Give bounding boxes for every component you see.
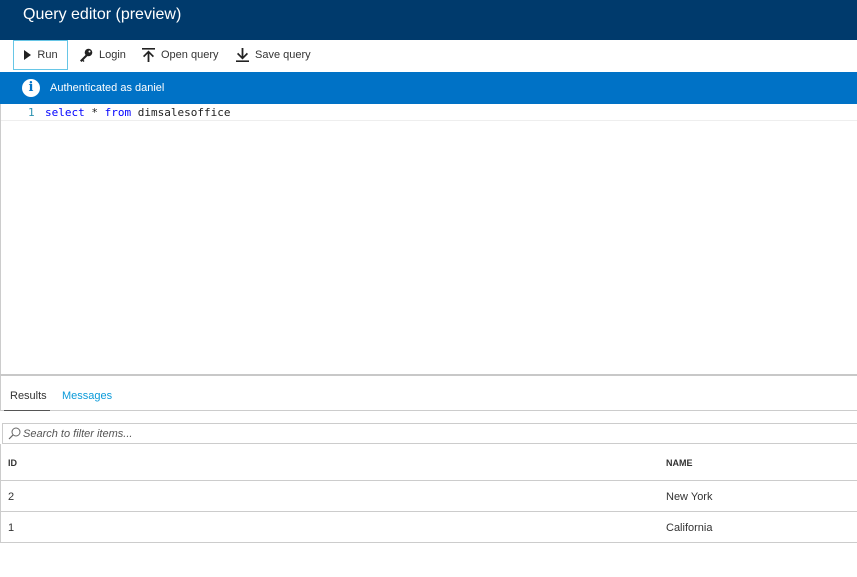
key-icon	[80, 48, 93, 62]
keyword-select: select	[45, 106, 85, 119]
column-header-id[interactable]: ID	[8, 458, 17, 468]
results-grid: ID NAME 2 New York 1 California	[0, 444, 857, 543]
filter-box	[2, 423, 857, 444]
run-button[interactable]: Run	[13, 40, 68, 70]
run-label: Run	[37, 49, 58, 61]
query-text[interactable]: select * from dimsalesoffice	[45, 106, 230, 119]
login-button[interactable]: Login	[79, 40, 126, 70]
play-icon	[24, 50, 32, 60]
editor-line[interactable]: 1 select * from dimsalesoffice	[1, 104, 857, 121]
window-title: Query editor (preview)	[23, 6, 182, 23]
info-icon: i	[22, 79, 40, 97]
table-name-token: dimsalesoffice	[131, 106, 231, 119]
tab-results[interactable]: Results	[10, 390, 47, 402]
open-query-button[interactable]: Open query	[142, 40, 218, 70]
table-row[interactable]: 1 California	[1, 512, 857, 543]
save-query-button[interactable]: Save query	[236, 40, 311, 70]
grid-header: ID NAME	[1, 444, 857, 481]
login-label: Login	[99, 49, 126, 61]
upload-icon	[142, 48, 155, 62]
star-token: *	[84, 106, 105, 119]
cell-name: California	[666, 522, 713, 534]
column-header-name[interactable]: NAME	[666, 458, 693, 468]
auth-banner-text: Authenticated as daniel	[50, 82, 165, 94]
open-query-label: Open query	[161, 49, 219, 61]
keyword-from: from	[104, 106, 132, 119]
cell-name: New York	[666, 491, 713, 503]
save-query-label: Save query	[255, 49, 311, 61]
download-icon	[236, 48, 249, 62]
title-bar: Query editor (preview)	[0, 0, 857, 40]
tab-messages[interactable]: Messages	[62, 390, 112, 402]
table-row[interactable]: 2 New York	[1, 481, 857, 512]
cell-id: 1	[8, 522, 15, 534]
query-editor[interactable]: 1 select * from dimsalesoffice	[0, 104, 857, 374]
cell-id: 2	[8, 491, 15, 503]
toolbar: Run Login Open query Save query	[0, 40, 857, 72]
active-tab-indicator	[4, 410, 50, 411]
auth-banner: i Authenticated as daniel	[0, 72, 857, 104]
filter-input[interactable]	[23, 425, 823, 442]
results-tabs: Results Messages	[0, 376, 857, 411]
search-icon	[8, 427, 21, 440]
line-number: 1	[28, 106, 35, 119]
